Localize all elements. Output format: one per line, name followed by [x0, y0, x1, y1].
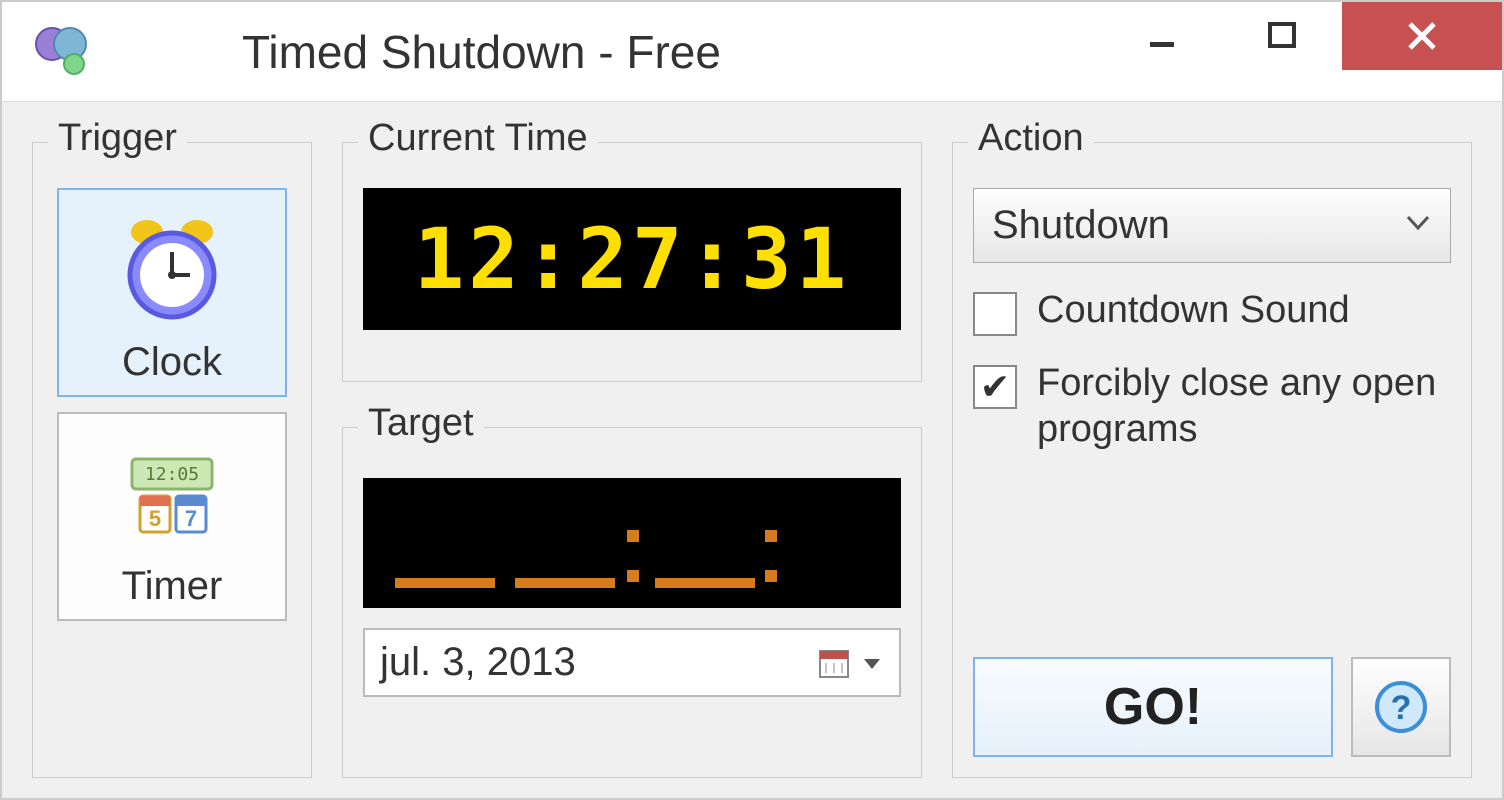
force-close-checkbox[interactable]: ✔ [973, 365, 1017, 409]
app-window: Timed Shutdown - Free Trigger [0, 0, 1504, 800]
content-area: Trigger Clock [2, 102, 1502, 798]
countdown-sound-label: Countdown Sound [1037, 288, 1350, 334]
trigger-clock-label: Clock [122, 340, 222, 385]
app-icon [32, 22, 92, 82]
titlebar: Timed Shutdown - Free [2, 2, 1502, 102]
svg-text:5: 5 [149, 506, 161, 531]
target-date-picker[interactable]: jul. 3, 2013 [363, 628, 901, 697]
middle-column: Current Time 12:27:31 Target jul. 3, 201… [342, 142, 922, 778]
close-button[interactable] [1342, 2, 1502, 70]
trigger-timer-label: Timer [122, 564, 223, 609]
help-icon: ? [1373, 679, 1429, 735]
current-time-fieldset: Current Time 12:27:31 [342, 142, 922, 382]
svg-text:?: ? [1391, 689, 1412, 727]
action-dropdown[interactable]: Shutdown [973, 188, 1451, 263]
minimize-button[interactable] [1102, 2, 1222, 70]
window-title: Timed Shutdown - Free [242, 25, 721, 79]
help-button[interactable]: ? [1351, 657, 1451, 757]
action-legend: Action [968, 117, 1094, 160]
action-bottom-row: GO! ? [973, 657, 1451, 757]
svg-text:7: 7 [185, 506, 197, 531]
go-button-label: GO! [1104, 677, 1202, 737]
window-controls [1102, 2, 1502, 70]
chevron-down-icon [1404, 208, 1432, 243]
target-date-value: jul. 3, 2013 [380, 640, 576, 685]
date-picker-dropdown-icon [816, 645, 884, 681]
target-fieldset: Target jul. 3, 2013 [342, 427, 922, 778]
calendar-timer-icon: 12:05 5 7 [112, 434, 232, 554]
maximize-button[interactable] [1222, 2, 1342, 70]
alarm-clock-icon [112, 210, 232, 330]
force-close-row[interactable]: ✔ Forcibly close any open programs [973, 361, 1451, 452]
trigger-legend: Trigger [48, 117, 187, 160]
action-dropdown-value: Shutdown [992, 203, 1170, 248]
countdown-sound-checkbox[interactable] [973, 292, 1017, 336]
go-button[interactable]: GO! [973, 657, 1333, 757]
target-legend: Target [358, 402, 484, 445]
trigger-clock-button[interactable]: Clock [57, 188, 287, 397]
target-time-display[interactable] [363, 478, 901, 608]
action-fieldset: Action Shutdown Countdown Sound ✔ Forcib… [952, 142, 1472, 778]
trigger-fieldset: Trigger Clock [32, 142, 312, 778]
svg-text:12:05: 12:05 [145, 464, 199, 485]
trigger-timer-button[interactable]: 12:05 5 7 Timer [57, 412, 287, 621]
countdown-sound-row[interactable]: Countdown Sound [973, 288, 1451, 336]
force-close-label: Forcibly close any open programs [1037, 361, 1451, 452]
current-time-display: 12:27:31 [363, 188, 901, 330]
current-time-legend: Current Time [358, 117, 598, 160]
